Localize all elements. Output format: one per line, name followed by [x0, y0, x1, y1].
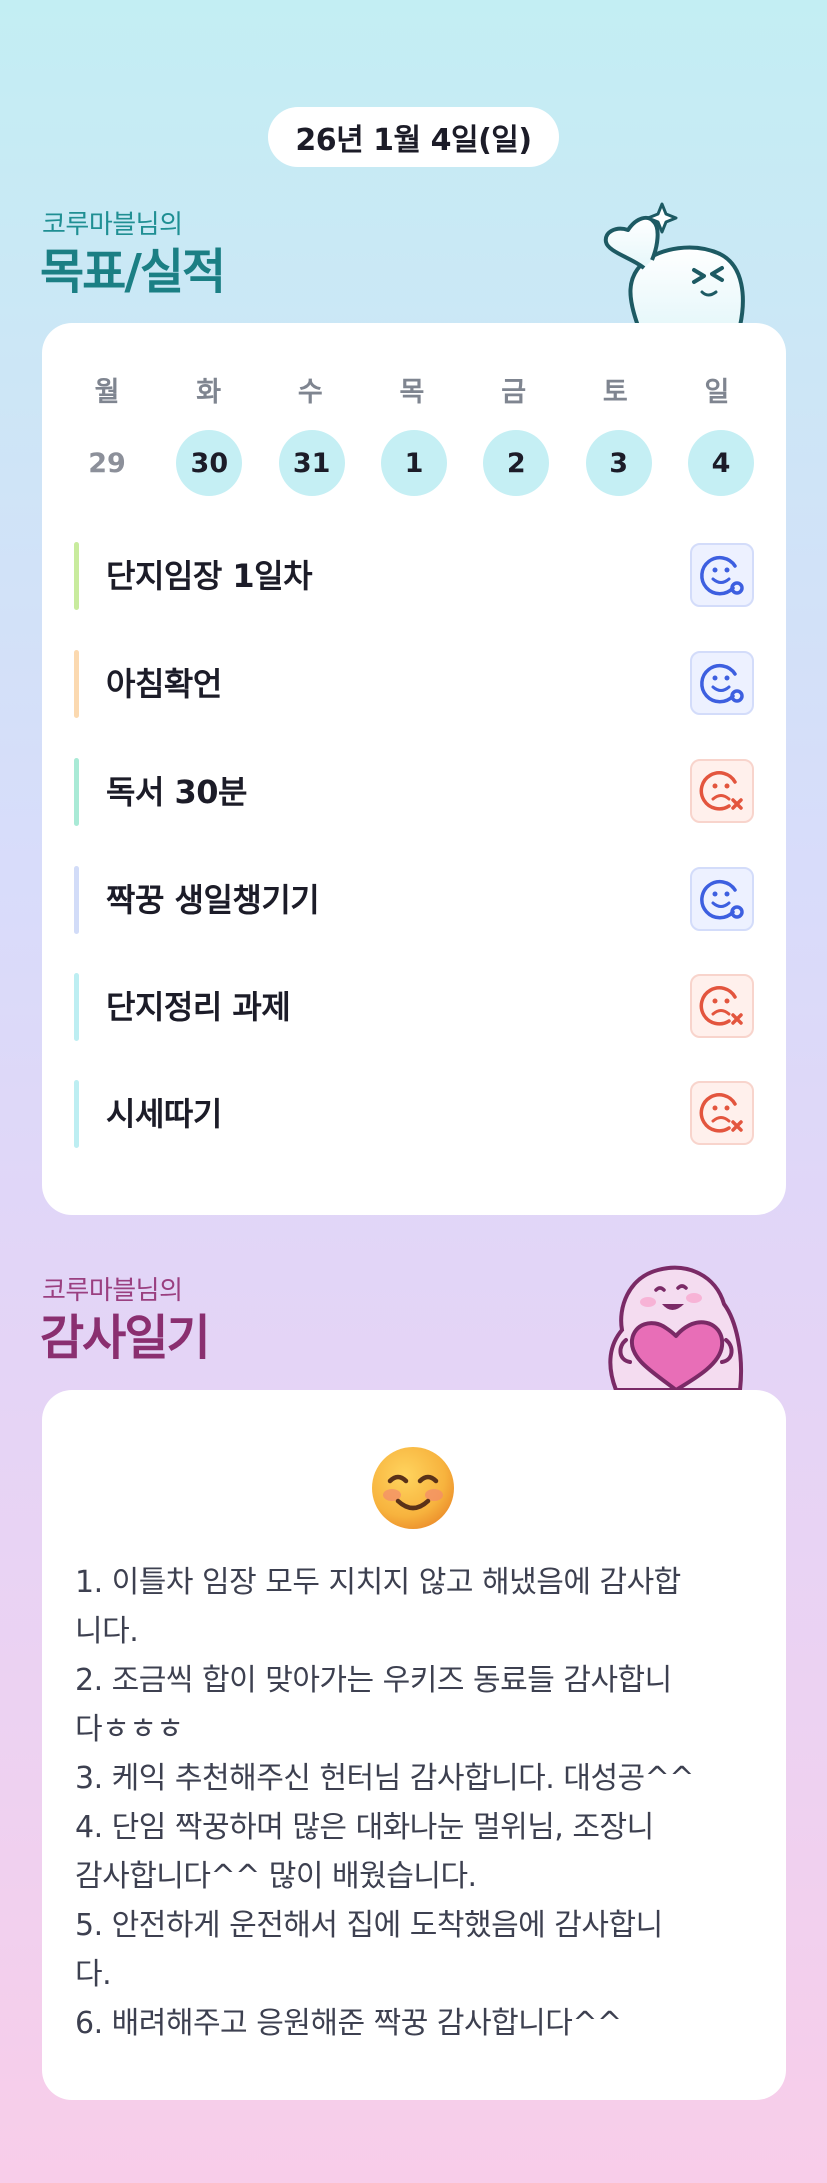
- weekday-label: 목: [399, 377, 425, 408]
- gratitude-line: 1. 이틀차 임장 모두 지치지 않고 해냈음에 감사합: [75, 1565, 681, 1600]
- goal-row[interactable]: 단지정리 과제: [74, 973, 754, 1041]
- date-circle[interactable]: 29: [74, 430, 140, 496]
- smile-check-icon[interactable]: [690, 651, 754, 715]
- gratitude-line: 2. 조금씩 합이 맞아가는 우키즈 동료들 감사합니: [75, 1663, 672, 1698]
- gratitude-line: 5. 안전하게 운전해서 집에 도착했음에 감사합니: [75, 1908, 663, 1943]
- goal-color-bar: [74, 866, 79, 934]
- goal-row[interactable]: 단지임장 1일차: [74, 542, 754, 610]
- weekday-label: 일: [704, 377, 730, 408]
- frown-x-icon[interactable]: [690, 974, 754, 1038]
- date-circle[interactable]: 2: [483, 430, 550, 496]
- goal-label: 아침확언: [106, 665, 222, 703]
- gratitude-line: 감사합니다^^ 많이 배웠습니다.: [75, 1859, 477, 1894]
- weekday-label: 금: [501, 377, 527, 408]
- goal-color-bar: [74, 973, 79, 1041]
- gratitude-line: 다.: [75, 1957, 112, 1992]
- goal-label: 단지정리 과제: [106, 988, 291, 1026]
- weekday-label: 토: [602, 377, 628, 408]
- date-circle[interactable]: 4: [687, 430, 754, 496]
- goals-title: 목표/실적: [40, 244, 226, 300]
- goal-label: 단지임장 1일차: [106, 557, 313, 595]
- gratitude-title: 감사일기: [40, 1310, 211, 1366]
- goal-row[interactable]: 짝꿍 생일챙기기: [74, 866, 754, 934]
- gratitude-line: 4. 단임 짝꿍하며 많은 대화나눈 멀위님, 조장니: [75, 1810, 654, 1845]
- weekday-label: 화: [196, 377, 222, 408]
- gratitude-line: 다ㅎㅎㅎ: [75, 1712, 184, 1747]
- weekday-label: 월: [94, 377, 120, 408]
- goal-color-bar: [74, 542, 79, 610]
- goal-row[interactable]: 아침확언: [74, 650, 754, 718]
- gratitude-line: 6. 배려해주고 응원해준 짝꿍 감사합니다^^: [75, 2006, 622, 2041]
- week-days-row: 월 화 수 목 금 토 일: [72, 370, 752, 409]
- goal-color-bar: [74, 1080, 79, 1148]
- goal-row[interactable]: 독서 30분: [74, 758, 754, 826]
- mascot-wave-icon: [603, 202, 745, 326]
- smiling-face-emoji-icon: [372, 1447, 454, 1529]
- date-circle[interactable]: 30: [176, 430, 243, 496]
- date-circle[interactable]: 1: [380, 430, 447, 496]
- goal-row[interactable]: 시세따기: [74, 1080, 754, 1148]
- goal-color-bar: [74, 758, 79, 826]
- frown-x-icon[interactable]: [690, 1081, 754, 1145]
- frown-x-icon[interactable]: [690, 759, 754, 823]
- smile-check-icon[interactable]: [690, 867, 754, 931]
- week-dates-row: 29 30 31 1 2 3 4: [74, 430, 754, 496]
- mascot-heart-icon: [608, 1265, 744, 1390]
- goal-label: 시세따기: [106, 1095, 222, 1133]
- goal-label: 짝꿍 생일챙기기: [106, 881, 320, 919]
- goal-color-bar: [74, 650, 79, 718]
- goal-label: 독서 30분: [106, 773, 248, 811]
- gratitude-line: 3. 케익 추천해주신 헌터님 감사합니다. 대성공^^: [75, 1761, 694, 1796]
- weekday-label: 수: [297, 377, 323, 408]
- date-circle[interactable]: 31: [278, 430, 345, 496]
- date-pill[interactable]: 26년 1월 4일(일): [268, 107, 559, 167]
- date-circle[interactable]: 3: [585, 430, 652, 496]
- smile-check-icon[interactable]: [690, 543, 754, 607]
- gratitude-text: 1. 이틀차 임장 모두 지치지 않고 해냈음에 감사합 니다. 2. 조금씩 …: [75, 1558, 765, 2048]
- gratitude-line: 니다.: [75, 1614, 139, 1649]
